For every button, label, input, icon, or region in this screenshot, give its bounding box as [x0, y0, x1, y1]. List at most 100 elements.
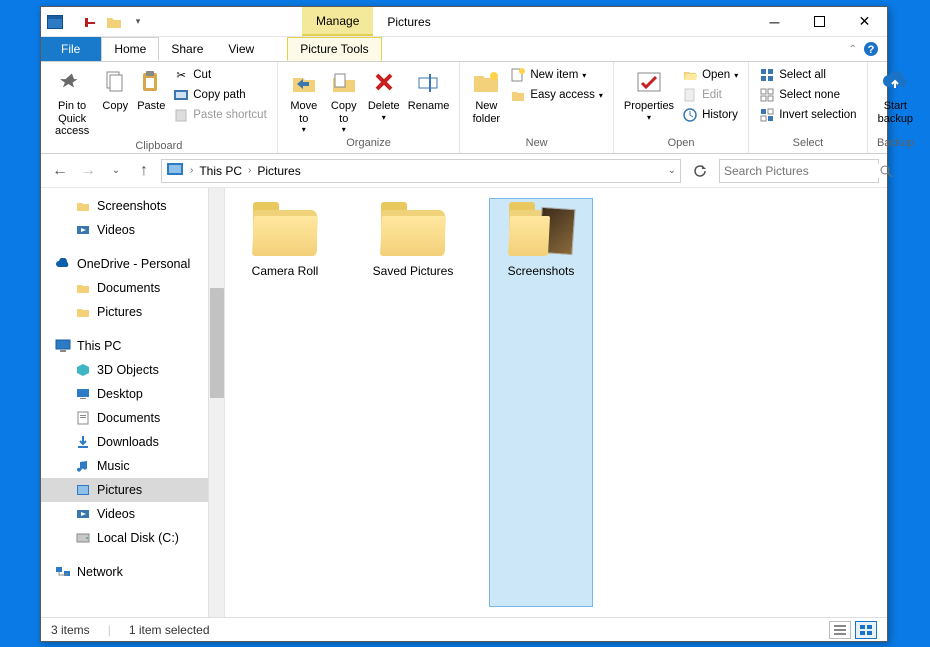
view-large-icons-button[interactable] — [855, 621, 877, 639]
ribbon-group-new: New folder New item ▾ Easy access ▾ New — [460, 62, 614, 153]
paste-shortcut-button[interactable]: Paste shortcut — [171, 106, 269, 124]
status-bar: 3 items | 1 item selected — [41, 617, 887, 641]
easy-access-icon — [510, 87, 526, 103]
maximize-button[interactable] — [797, 7, 842, 36]
tab-file[interactable]: File — [41, 37, 101, 61]
new-item-button[interactable]: New item ▾ — [508, 66, 605, 84]
crumb-pictures[interactable]: Pictures — [253, 164, 304, 178]
invert-selection-button[interactable]: Invert selection — [757, 106, 858, 124]
minimize-button[interactable]: ─ — [752, 7, 797, 36]
nav-up-button[interactable]: ↑ — [133, 160, 155, 182]
documents-icon — [75, 410, 91, 426]
context-tab-manage[interactable]: Manage — [302, 7, 373, 36]
delete-icon — [368, 66, 400, 98]
crumb-this-pc[interactable]: This PC — [195, 164, 246, 178]
group-label-backup: Backup — [874, 137, 917, 153]
tab-home[interactable]: Home — [101, 37, 159, 61]
nav-back-button[interactable]: ← — [49, 160, 71, 182]
qat-dropdown-icon[interactable]: ▾ — [128, 12, 148, 32]
nav-network[interactable]: Network — [41, 560, 224, 584]
nav-music[interactable]: Music — [41, 454, 224, 478]
cloud-upload-icon — [879, 66, 911, 98]
select-all-button[interactable]: Select all — [757, 66, 858, 84]
desktop-icon — [75, 386, 91, 402]
ribbon-group-organize: Move to▾ Copy to▾ Delete▾ Rename Organiz… — [278, 62, 461, 153]
folder-icon — [75, 280, 91, 296]
nav-forward-button[interactable]: → — [77, 160, 99, 182]
search-icon[interactable] — [879, 164, 893, 178]
tab-picture-tools[interactable]: Picture Tools — [287, 37, 381, 61]
view-details-button[interactable] — [829, 621, 851, 639]
chevron-right-icon[interactable]: › — [188, 165, 195, 176]
nav-recent-dropdown[interactable]: ⌄ — [105, 160, 127, 182]
nav-desktop[interactable]: Desktop — [41, 382, 224, 406]
pictures-location-icon — [167, 162, 185, 180]
start-backup-button[interactable]: Start backup — [874, 64, 917, 127]
history-button[interactable]: History — [680, 106, 740, 124]
group-label-clipboard: Clipboard — [47, 140, 271, 153]
nav-onedrive[interactable]: OneDrive - Personal — [41, 252, 224, 276]
group-label-select: Select — [755, 137, 860, 153]
folder-screenshots[interactable]: Screenshots — [489, 198, 593, 607]
nav-pictures[interactable]: Pictures — [41, 478, 224, 502]
pin-icon — [56, 66, 88, 98]
new-folder-button[interactable]: New folder — [466, 64, 506, 127]
group-label-new: New — [466, 137, 607, 153]
navigation-pane[interactable]: Screenshots Videos OneDrive - Personal D… — [41, 188, 225, 617]
nav-this-pc[interactable]: This PC — [41, 334, 224, 358]
qat-properties-icon[interactable] — [80, 12, 100, 32]
folder-saved-pictures[interactable]: Saved Pictures — [361, 198, 465, 607]
rename-button[interactable]: Rename — [404, 64, 454, 115]
nav-downloads[interactable]: Downloads — [41, 430, 224, 454]
status-item-count: 3 items — [51, 623, 90, 637]
pin-to-quick-access-button[interactable]: Pin to Quick access — [47, 64, 97, 140]
paste-button[interactable]: Paste — [133, 64, 169, 115]
help-icon[interactable]: ? — [863, 41, 879, 57]
breadcrumb[interactable]: › This PC › Pictures ⌄ — [161, 159, 681, 183]
refresh-button[interactable] — [687, 164, 713, 178]
disk-icon — [75, 530, 91, 546]
ribbon-group-select: Select all Select none Invert selection … — [749, 62, 867, 153]
address-dropdown-icon[interactable]: ⌄ — [666, 165, 678, 176]
delete-button[interactable]: Delete▾ — [364, 64, 404, 124]
onedrive-icon — [55, 256, 71, 272]
move-to-button[interactable]: Move to▾ — [284, 64, 324, 136]
easy-access-button[interactable]: Easy access ▾ — [508, 86, 605, 104]
nav-documents[interactable]: Documents — [41, 406, 224, 430]
tab-view[interactable]: View — [216, 37, 267, 61]
objects-3d-icon — [75, 362, 91, 378]
copy-path-button[interactable]: Copy path — [171, 86, 269, 104]
item-view[interactable]: Camera Roll Saved Pictures Screenshots — [225, 188, 887, 617]
this-pc-icon — [55, 338, 71, 354]
explorer-window: ▾ Manage Pictures ─ ✕ File Home Share Vi… — [40, 6, 888, 642]
properties-button[interactable]: Properties▾ — [620, 64, 678, 124]
nav-local-disk[interactable]: Local Disk (C:) — [41, 526, 224, 550]
nav-3d-objects[interactable]: 3D Objects — [41, 358, 224, 382]
edit-button[interactable]: Edit — [680, 86, 740, 104]
cut-button[interactable]: ✂Cut — [171, 66, 269, 84]
nav-onedrive-pictures[interactable]: Pictures — [41, 300, 224, 324]
qat-folder-icon[interactable] — [104, 12, 124, 32]
open-button[interactable]: Open ▾ — [680, 66, 740, 84]
folder-camera-roll[interactable]: Camera Roll — [233, 198, 337, 607]
chevron-right-icon[interactable]: › — [246, 165, 253, 176]
copy-path-icon — [173, 87, 189, 103]
copy-button[interactable]: Copy — [97, 64, 133, 115]
ribbon-collapse[interactable]: ⌃ ? — [841, 37, 887, 61]
nav-videos[interactable]: Videos — [41, 502, 224, 526]
nav-quick-videos[interactable]: Videos — [41, 218, 224, 242]
ribbon-group-open: Properties▾ Open ▾ Edit History Open — [614, 62, 749, 153]
nav-onedrive-documents[interactable]: Documents — [41, 276, 224, 300]
search-box[interactable] — [719, 159, 879, 183]
folder-icon — [75, 198, 91, 214]
copy-to-button[interactable]: Copy to▾ — [324, 64, 364, 136]
tab-share[interactable]: Share — [159, 37, 216, 61]
pictures-icon — [75, 482, 91, 498]
search-input[interactable] — [724, 164, 879, 178]
close-button[interactable]: ✕ — [842, 7, 887, 36]
nav-scrollbar[interactable] — [208, 188, 224, 617]
select-none-button[interactable]: Select none — [757, 86, 858, 104]
nav-quick-folder[interactable]: Screenshots — [41, 194, 224, 218]
properties-icon — [633, 66, 665, 98]
open-icon — [682, 67, 698, 83]
